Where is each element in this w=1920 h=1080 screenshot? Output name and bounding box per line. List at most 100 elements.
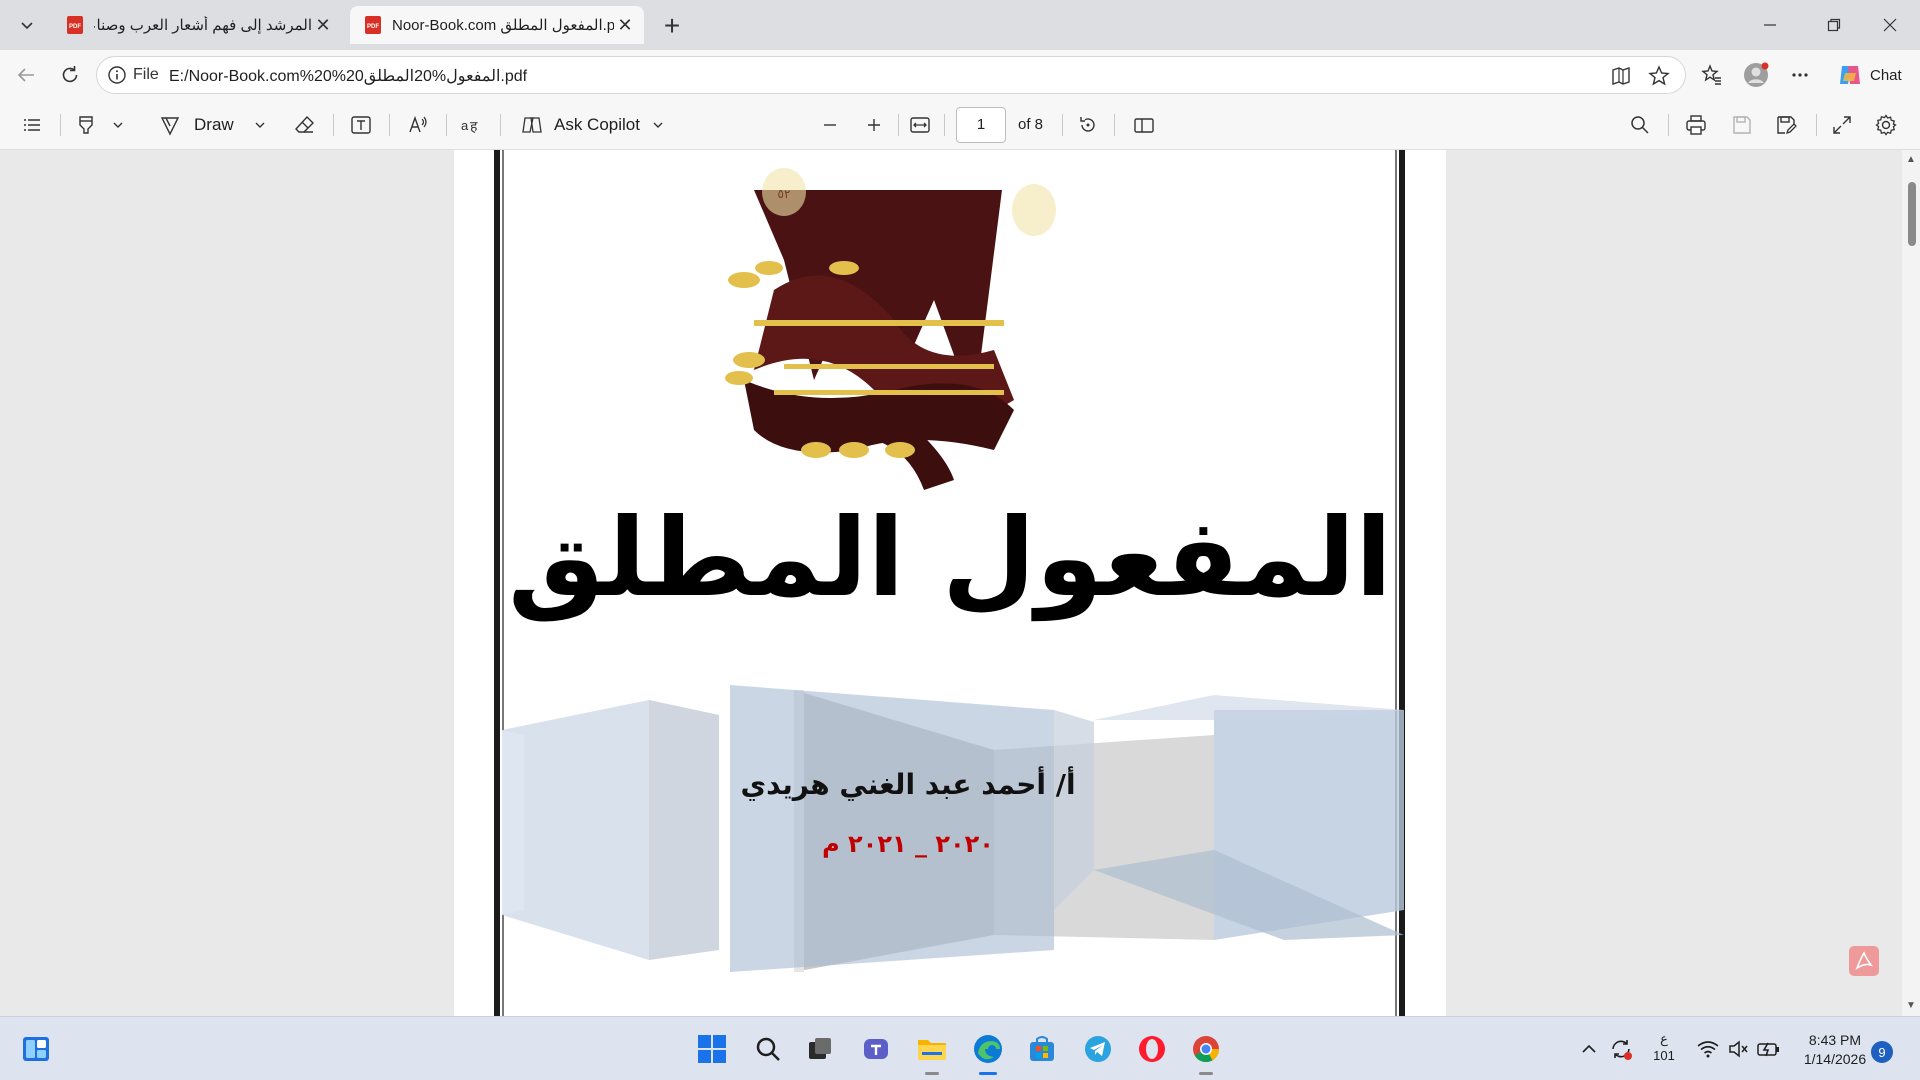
close-tab-icon[interactable]: ✕ bbox=[312, 14, 334, 36]
task-view-icon[interactable] bbox=[802, 1031, 838, 1067]
search-icon bbox=[1628, 113, 1652, 137]
scroll-down-arrow-icon[interactable]: ▼ bbox=[1905, 1000, 1917, 1012]
save-as-button[interactable] bbox=[1774, 113, 1798, 137]
show-hidden-icons-chevron-icon[interactable] bbox=[1574, 1031, 1604, 1067]
chevron-down-icon[interactable] bbox=[110, 117, 126, 133]
search-icon[interactable] bbox=[750, 1031, 786, 1067]
close-window-button[interactable] bbox=[1860, 0, 1920, 50]
more-options-button[interactable] bbox=[1786, 61, 1814, 89]
svg-text:PDF: PDF bbox=[69, 24, 81, 30]
rotate-button[interactable] bbox=[1076, 113, 1100, 137]
battery-charging-icon[interactable] bbox=[1754, 1031, 1784, 1067]
site-info-icon[interactable] bbox=[107, 65, 127, 85]
plus-icon bbox=[862, 113, 886, 137]
zoom-in-button[interactable] bbox=[862, 113, 886, 137]
fit-to-width-button[interactable] bbox=[908, 113, 932, 137]
ribbon-banner bbox=[502, 685, 1404, 972]
favorite-star-icon[interactable] bbox=[1647, 64, 1671, 88]
text-box-icon bbox=[349, 113, 373, 137]
address-bar[interactable]: File E:/Noor-Book.com%20%20المفعول%20الم… bbox=[96, 56, 1686, 94]
find-button[interactable] bbox=[1628, 113, 1652, 137]
back-button[interactable] bbox=[12, 61, 40, 89]
fit-width-icon bbox=[908, 113, 932, 137]
gear-icon bbox=[1874, 113, 1898, 137]
add-text-button[interactable] bbox=[349, 113, 373, 137]
wifi-icon[interactable] bbox=[1694, 1031, 1722, 1067]
minimize-button[interactable] bbox=[1740, 0, 1800, 50]
chevron-down-icon[interactable] bbox=[252, 117, 268, 133]
url-text[interactable]: E:/Noor-Book.com%20%20المفعول%20المطلق.p… bbox=[169, 66, 527, 86]
navigation-bar: File E:/Noor-Book.com%20%20المفعول%20الم… bbox=[0, 50, 1920, 100]
highlight-button[interactable] bbox=[74, 113, 126, 137]
pdf-toolbar: Draw aह Ask Copilot 1 of 8 bbox=[0, 100, 1920, 150]
telegram-icon[interactable] bbox=[1080, 1031, 1116, 1067]
new-tab-button[interactable]: + bbox=[656, 10, 688, 42]
full-screen-button[interactable] bbox=[1830, 113, 1854, 137]
svg-text:PDF: PDF bbox=[367, 24, 379, 30]
active-indicator bbox=[979, 1072, 997, 1075]
eraser-icon bbox=[293, 113, 317, 137]
notification-badge[interactable]: 9 bbox=[1871, 1041, 1893, 1063]
pdf-viewer: ٥٢ المفعول المطلق أ/ أحمد عبد الغني هريد… bbox=[0, 150, 1920, 1016]
translate-button[interactable]: aह bbox=[460, 113, 484, 137]
svg-text:٥٢: ٥٢ bbox=[778, 187, 791, 201]
copilot-outline-icon bbox=[520, 113, 544, 137]
profile-avatar[interactable] bbox=[1742, 61, 1770, 89]
chat-label: Chat bbox=[1870, 66, 1902, 84]
draw-label: Draw bbox=[194, 115, 234, 134]
tab-mafool-mutlaq[interactable]: PDF Noor-Book.com المفعول المطلق.pdf ✕ bbox=[350, 6, 644, 44]
favorites-button[interactable] bbox=[1698, 61, 1726, 89]
sync-icon[interactable] bbox=[1606, 1031, 1636, 1067]
active-indicator bbox=[1199, 1072, 1213, 1075]
refresh-button[interactable] bbox=[56, 61, 84, 89]
table-of-contents-button[interactable] bbox=[20, 113, 44, 137]
highlighter-icon bbox=[74, 113, 98, 137]
scroll-thumb[interactable] bbox=[1908, 182, 1916, 246]
tab-actions-menu-button[interactable] bbox=[10, 8, 44, 42]
volume-muted-icon[interactable] bbox=[1724, 1031, 1752, 1067]
minus-icon bbox=[818, 113, 842, 137]
erase-button[interactable] bbox=[293, 113, 317, 137]
widgets-icon[interactable] bbox=[18, 1031, 54, 1067]
read-aloud-button[interactable] bbox=[406, 113, 430, 137]
chevron-down-icon[interactable] bbox=[650, 117, 666, 133]
clock-date: 1/14/2026 bbox=[1803, 1051, 1867, 1067]
save-button[interactable] bbox=[1730, 113, 1754, 137]
save-disk-icon bbox=[1730, 113, 1754, 137]
input-language-indicator[interactable]: ع 101 bbox=[1652, 1030, 1676, 1064]
copilot-chat-button[interactable]: Chat bbox=[1832, 56, 1912, 94]
document-title: المفعول المطلق bbox=[508, 496, 1392, 622]
vertical-scrollbar[interactable]: ▲ ▼ bbox=[1902, 150, 1920, 1016]
scroll-up-arrow-icon[interactable]: ▲ bbox=[1905, 154, 1917, 166]
immersive-reader-icon[interactable] bbox=[1609, 64, 1633, 88]
system-clock[interactable]: 8:43 PM 1/14/2026 bbox=[1800, 1031, 1870, 1069]
zoom-out-button[interactable] bbox=[818, 113, 842, 137]
page-number-input[interactable]: 1 bbox=[956, 107, 1006, 143]
author-name: أ/ أحمد عبد الغني هريدي bbox=[740, 766, 1075, 801]
print-button[interactable] bbox=[1684, 113, 1708, 137]
svg-text:ह: ह bbox=[470, 119, 478, 135]
tab-murshed[interactable]: PDF المرشد إلى فهم أشعار العرب وصناعتها … bbox=[52, 6, 342, 44]
active-indicator bbox=[925, 1072, 939, 1075]
start-icon[interactable] bbox=[694, 1031, 730, 1067]
page-count: of 8 bbox=[1018, 116, 1044, 133]
chrome-icon[interactable] bbox=[1188, 1031, 1224, 1075]
close-tab-icon[interactable]: ✕ bbox=[614, 14, 636, 36]
tab-title: المرشد إلى فهم أشعار العرب وصناعتها bbox=[94, 17, 312, 34]
teams-icon[interactable] bbox=[858, 1031, 894, 1067]
draw-button[interactable]: Draw bbox=[158, 113, 268, 137]
file-explorer-icon[interactable] bbox=[914, 1031, 950, 1075]
page-view-button[interactable] bbox=[1132, 113, 1156, 137]
translate-icon: aह bbox=[460, 113, 484, 137]
restore-button[interactable] bbox=[1804, 0, 1864, 50]
acrobat-icon[interactable] bbox=[1849, 946, 1879, 976]
opera-icon[interactable] bbox=[1134, 1031, 1170, 1067]
scheme-label: File bbox=[133, 66, 159, 83]
page-artwork: ٥٢ المفعول المطلق أ/ أحمد عبد الغني هريد… bbox=[494, 150, 1405, 1016]
store-icon[interactable] bbox=[1024, 1031, 1060, 1067]
copilot-icon bbox=[1836, 61, 1864, 89]
ask-copilot-button[interactable]: Ask Copilot bbox=[520, 113, 666, 137]
settings-button[interactable] bbox=[1874, 113, 1898, 137]
edge-icon[interactable] bbox=[970, 1031, 1006, 1075]
language-code: 101 bbox=[1653, 1048, 1675, 1063]
